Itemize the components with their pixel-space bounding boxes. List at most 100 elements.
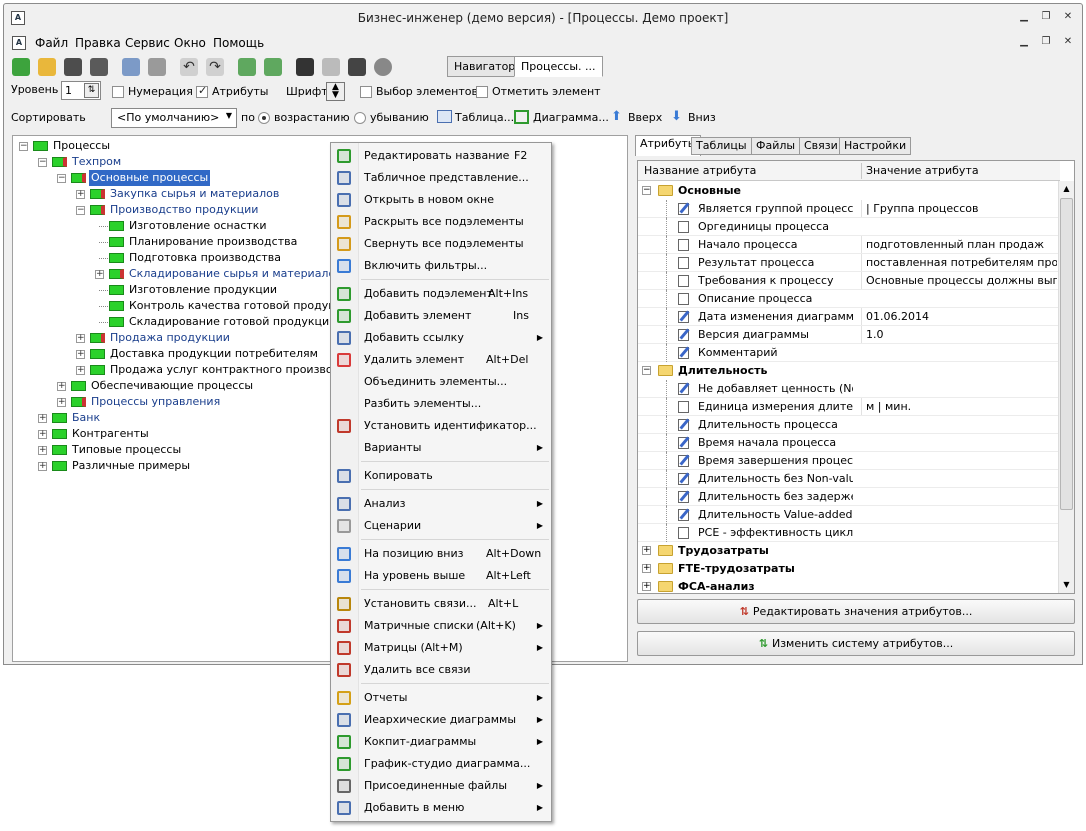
import-icon[interactable]: [238, 58, 256, 76]
menu-help[interactable]: Помощь: [210, 34, 267, 52]
attributes-checkbox[interactable]: [196, 84, 208, 98]
paste-icon[interactable]: [148, 58, 166, 76]
context-menu-item[interactable]: Добавить подэлемент Alt+Ins: [331, 283, 551, 305]
chevron-down-icon[interactable]: ▼: [226, 111, 232, 120]
app-logo-icon[interactable]: A: [11, 11, 25, 25]
attribute-row[interactable]: Требования к процессу Основные процессы д…: [638, 272, 1058, 290]
tab-tables[interactable]: Таблицы: [691, 137, 752, 155]
table-button[interactable]: Таблица...: [455, 110, 514, 126]
collapse-icon[interactable]: −: [19, 142, 28, 151]
expand-icon[interactable]: +: [76, 366, 85, 375]
save-icon[interactable]: [64, 58, 82, 76]
level-stepper[interactable]: 1 ⇅: [61, 81, 101, 100]
context-menu-item[interactable]: На позицию вниз Alt+Down: [331, 543, 551, 565]
camera-icon[interactable]: [348, 58, 366, 76]
attribute-row[interactable]: Результат процесса поставленная потребите…: [638, 254, 1058, 272]
undo-icon[interactable]: ↶: [180, 58, 198, 76]
menu-file[interactable]: Файл: [32, 34, 71, 52]
context-menu-item[interactable]: Объединить элементы...: [331, 371, 551, 393]
diagram-button[interactable]: Диаграмма...: [533, 110, 609, 126]
context-menu-item[interactable]: Добавить ссылку ▶: [331, 327, 551, 349]
context-menu-item[interactable]: Варианты ▶: [331, 437, 551, 459]
doc-minimize-icon[interactable]: ▁: [1016, 36, 1032, 50]
expand-icon[interactable]: +: [57, 382, 66, 391]
expand-icon[interactable]: +: [642, 546, 651, 555]
attribute-row[interactable]: Время начала процесса: [638, 434, 1058, 452]
context-menu-item[interactable]: Добавить в меню ▶: [331, 797, 551, 819]
doc-close-icon[interactable]: ✕: [1060, 36, 1076, 50]
menu-edit[interactable]: Правка: [72, 34, 124, 52]
tab-navigator[interactable]: Навигатор: [447, 56, 523, 77]
context-menu-item[interactable]: Сценарии ▶: [331, 515, 551, 537]
attribute-group[interactable]: + Трудозатраты: [638, 542, 1058, 560]
attribute-row[interactable]: PCE - эффективность цикла...: [638, 524, 1058, 542]
stepper-arrows-icon[interactable]: ⇅: [84, 83, 99, 98]
diagram-icon[interactable]: [514, 110, 529, 124]
scenario-toolbar-icon[interactable]: [322, 58, 340, 76]
attribute-value[interactable]: 1.0: [861, 326, 1057, 343]
expand-icon[interactable]: +: [76, 190, 85, 199]
attribute-row[interactable]: Длительность без задержек: [638, 488, 1058, 506]
expand-icon[interactable]: +: [95, 270, 104, 279]
grid-scrollbar[interactable]: ▲ ▼: [1058, 181, 1074, 593]
attribute-row[interactable]: Длительность без Non-valu...: [638, 470, 1058, 488]
context-menu-item[interactable]: На уровень выше Alt+Left: [331, 565, 551, 587]
context-menu-item[interactable]: Разбить элементы...: [331, 393, 551, 415]
collapse-icon[interactable]: −: [642, 186, 651, 195]
up-button[interactable]: Вверх: [628, 110, 662, 126]
context-menu-item[interactable]: Удалить все связи: [331, 659, 551, 681]
expand-icon[interactable]: +: [38, 430, 47, 439]
tab-settings[interactable]: Настройки: [839, 137, 912, 155]
context-menu-item[interactable]: Матрицы (Alt+M) ▶: [331, 637, 551, 659]
attribute-value[interactable]: | Группа процессов: [861, 200, 1057, 217]
attribute-row[interactable]: Комментарий: [638, 344, 1058, 362]
context-menu-item[interactable]: Анализ ▶: [331, 493, 551, 515]
copy-toolbar-icon[interactable]: [122, 58, 140, 76]
collapse-icon[interactable]: −: [57, 174, 66, 183]
scroll-thumb[interactable]: [1060, 198, 1073, 510]
attribute-value[interactable]: м | мин.: [861, 398, 1057, 415]
attribute-group[interactable]: − Основные: [638, 182, 1058, 200]
expand-icon[interactable]: +: [642, 582, 651, 591]
attribute-row[interactable]: Длительность Value-added: [638, 506, 1058, 524]
tab-links[interactable]: Связи: [799, 137, 843, 155]
col-attribute-value[interactable]: Значение атрибута: [861, 163, 979, 179]
table-icon[interactable]: [437, 110, 452, 123]
attribute-row[interactable]: Является группой процессов | Группа проце…: [638, 200, 1058, 218]
attribute-row[interactable]: Оргединицы процесса: [638, 218, 1058, 236]
doc-restore-icon[interactable]: ❐: [1038, 36, 1054, 50]
attribute-value[interactable]: 01.06.2014: [861, 308, 1057, 325]
sort-select[interactable]: <По умолчанию> ▼: [111, 108, 237, 128]
scroll-up-icon[interactable]: ▲: [1060, 182, 1073, 196]
expand-icon[interactable]: +: [38, 446, 47, 455]
binoculars-icon[interactable]: [296, 58, 314, 76]
descending-radio[interactable]: [354, 112, 366, 124]
arrow-down-icon[interactable]: ⬇: [671, 109, 682, 125]
expand-icon[interactable]: +: [38, 414, 47, 423]
attribute-row[interactable]: Единица измерения длител... м | мин.: [638, 398, 1058, 416]
context-menu-item[interactable]: Табличное представление...: [331, 167, 551, 189]
expand-icon[interactable]: +: [642, 564, 651, 573]
scroll-down-icon[interactable]: ▼: [1060, 578, 1073, 592]
menu-window[interactable]: Окно: [171, 34, 209, 52]
close-icon[interactable]: ✕: [1060, 11, 1076, 25]
arrow-up-icon[interactable]: ⬆: [611, 109, 622, 125]
tab-files[interactable]: Файлы: [751, 137, 801, 155]
context-menu-item[interactable]: Иеархические диаграммы ▶: [331, 709, 551, 731]
attribute-row[interactable]: Дата изменения диаграммы 01.06.2014: [638, 308, 1058, 326]
context-menu-item[interactable]: Отчеты ▶: [331, 687, 551, 709]
expand-icon[interactable]: +: [57, 398, 66, 407]
menu-service[interactable]: Сервис: [122, 34, 173, 52]
context-menu-item[interactable]: Раскрыть все подэлементы: [331, 211, 551, 233]
attribute-value[interactable]: поставленная потребителям проду...: [861, 254, 1057, 271]
context-menu-item[interactable]: Установить идентификатор...: [331, 415, 551, 437]
globe-icon[interactable]: [374, 58, 392, 76]
select-elements-checkbox[interactable]: [360, 86, 372, 98]
ascending-radio[interactable]: [258, 112, 270, 124]
minimize-icon[interactable]: ▁: [1016, 11, 1032, 25]
document-icon[interactable]: A: [12, 36, 26, 50]
attribute-group[interactable]: + ФСА-анализ: [638, 578, 1058, 593]
context-menu-item[interactable]: Включить фильтры...: [331, 255, 551, 277]
context-menu-item[interactable]: Присоединенные файлы ▶: [331, 775, 551, 797]
mark-element-checkbox[interactable]: [476, 86, 488, 98]
